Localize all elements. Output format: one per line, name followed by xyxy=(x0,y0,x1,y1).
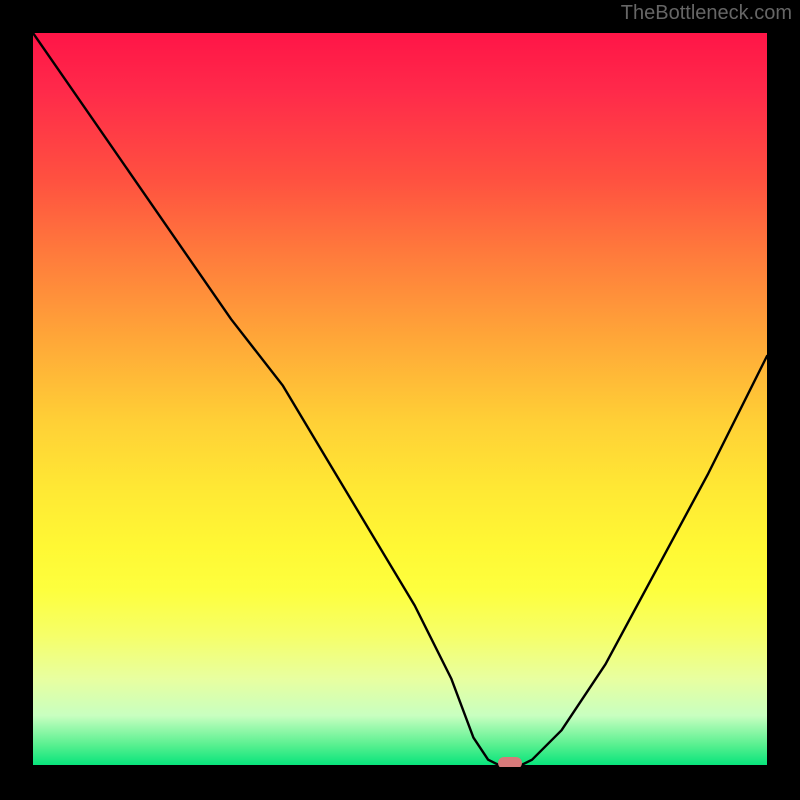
baseline xyxy=(33,765,767,767)
plot-area xyxy=(33,33,767,767)
watermark-text: TheBottleneck.com xyxy=(621,2,792,25)
bottleneck-curve xyxy=(33,33,767,767)
optimal-marker xyxy=(498,757,522,767)
